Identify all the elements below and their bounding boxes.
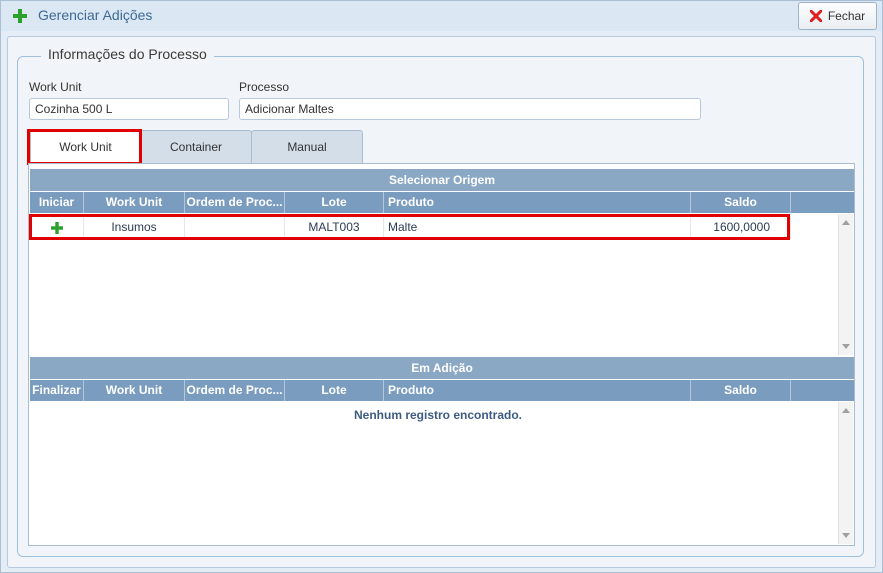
column-header[interactable]: Saldo xyxy=(691,380,791,401)
adding-grid-scrollbar[interactable] xyxy=(838,402,853,544)
column-header[interactable]: Finalizar xyxy=(30,380,84,401)
column-header[interactable]: Produto xyxy=(384,192,691,213)
plus-icon xyxy=(13,9,27,23)
column-header-filler xyxy=(791,380,854,401)
produto-cell: Malte xyxy=(384,216,691,239)
process-info-legend: Informações do Processo xyxy=(41,46,214,62)
title-bar: Gerenciar Adições Fechar xyxy=(1,1,882,31)
close-icon xyxy=(809,10,822,22)
manage-additions-window: Gerenciar Adições Fechar Informações do … xyxy=(0,0,883,573)
saldo-cell: 1600,0000 xyxy=(691,216,791,239)
work-unit-field[interactable]: Cozinha 500 L xyxy=(29,98,229,120)
column-header[interactable]: Iniciar xyxy=(30,192,84,213)
lote-cell: MALT003 xyxy=(285,216,384,239)
window-title: Gerenciar Adições xyxy=(38,7,153,23)
origin-grid-title: Selecionar Origem xyxy=(30,169,854,191)
work-unit-cell: Insumos xyxy=(84,216,185,239)
adding-grid-title: Em Adição xyxy=(30,357,854,379)
close-button[interactable]: Fechar xyxy=(798,2,877,30)
tab-container[interactable]: Container xyxy=(140,130,252,163)
column-header[interactable]: Ordem de Proc... xyxy=(185,380,285,401)
empty-message: Nenhum registro encontrado. xyxy=(354,408,523,422)
close-button-label: Fechar xyxy=(827,9,866,23)
column-header[interactable]: Lote xyxy=(285,192,384,213)
plus-icon[interactable] xyxy=(50,221,63,234)
work-unit-label: Work Unit xyxy=(29,80,82,94)
tab-work-unit[interactable]: Work Unit xyxy=(30,130,141,163)
ordem-cell xyxy=(185,216,285,239)
scroll-down-icon[interactable] xyxy=(842,533,850,538)
column-header-filler xyxy=(791,192,854,213)
table-row[interactable]: Insumos MALT003 Malte 1600,0000 xyxy=(30,216,838,239)
origin-grid-scrollbar[interactable] xyxy=(838,214,853,355)
tab-manual[interactable]: Manual xyxy=(251,130,363,163)
start-cell[interactable] xyxy=(30,216,84,239)
column-header[interactable]: Ordem de Proc... xyxy=(185,192,285,213)
column-header[interactable]: Produto xyxy=(384,380,691,401)
process-field[interactable]: Adicionar Maltes xyxy=(239,98,701,120)
column-header[interactable]: Saldo xyxy=(691,192,791,213)
scroll-up-icon[interactable] xyxy=(842,408,850,413)
adding-grid-header: Finalizar Work Unit Ordem de Proc... Lot… xyxy=(30,380,854,401)
scroll-up-icon[interactable] xyxy=(842,220,850,225)
origin-grid-header: Iniciar Work Unit Ordem de Proc... Lote … xyxy=(30,192,854,213)
column-header[interactable]: Work Unit xyxy=(84,380,185,401)
column-header[interactable]: Lote xyxy=(285,380,384,401)
column-header[interactable]: Work Unit xyxy=(84,192,185,213)
process-label: Processo xyxy=(239,80,290,94)
scroll-down-icon[interactable] xyxy=(842,344,850,349)
